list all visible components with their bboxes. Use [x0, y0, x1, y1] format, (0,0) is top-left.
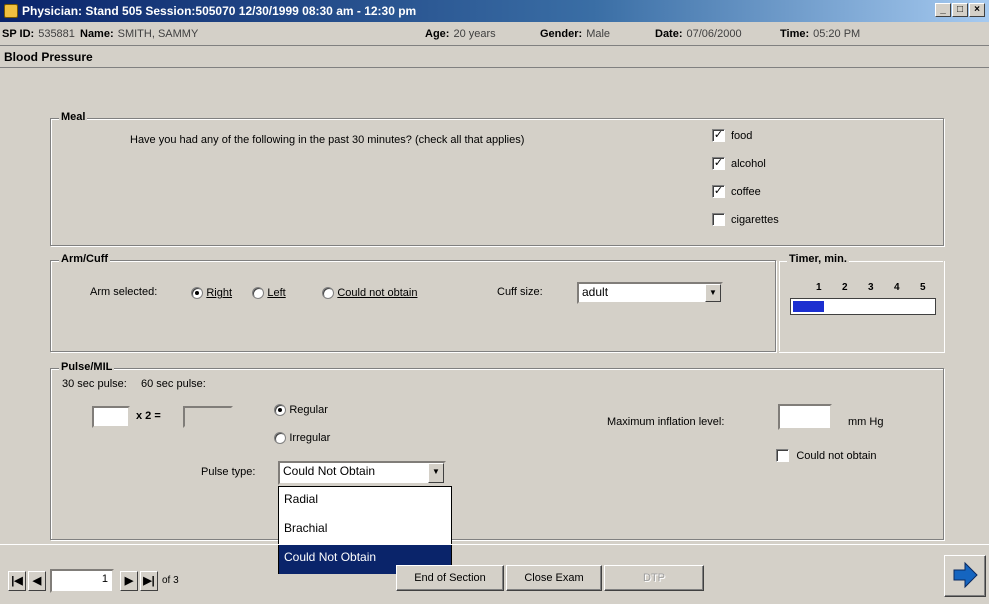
pulse-type-value: Could Not Obtain	[283, 464, 376, 478]
cuff-size-label: Cuff size:	[497, 286, 543, 298]
next-page-icon[interactable]: ▶	[120, 571, 138, 591]
meal-option-checkbox[interactable]: ✓	[712, 157, 725, 171]
nav-bar: |◀ ◀ 1 ▶ ▶| of 3 End of Section Close Ex…	[0, 544, 989, 604]
arm-could-not-obtain-radio-dot[interactable]	[322, 286, 334, 299]
gender-label: Gender:	[540, 27, 583, 40]
window-title: Physician: Stand 505 Session:505070 12/3…	[22, 4, 417, 18]
multiplier-label: x 2 =	[136, 410, 161, 422]
meal-option-checkbox[interactable]: ✓	[712, 129, 725, 143]
date-label: Date:	[655, 27, 683, 40]
name-value: SMITH, SAMMY	[117, 27, 199, 40]
arm-left-radio-dot[interactable]	[252, 286, 264, 299]
time-value: 05:20 PM	[813, 27, 861, 40]
next-section-button[interactable]	[944, 555, 986, 597]
arm-right-radio-dot[interactable]	[191, 286, 203, 299]
arm-right-radio[interactable]: Right	[191, 285, 232, 299]
app-icon	[4, 4, 18, 18]
arm-could-not-obtain-label: Could not obtain	[337, 287, 418, 299]
rhythm-irregular-label: Irregular	[289, 432, 331, 444]
arm-cuff-group-label: Arm/Cuff	[59, 253, 111, 265]
dropdown-option-brachial[interactable]: Brachial	[279, 516, 451, 545]
pulse60-output	[183, 406, 233, 428]
rhythm-regular-radio-dot[interactable]	[274, 403, 286, 416]
chevron-down-icon[interactable]: ▼	[428, 463, 444, 483]
arm-could-not-obtain-radio[interactable]: Could not obtain	[322, 285, 417, 299]
pulse-type-label: Pulse type:	[201, 466, 256, 478]
pulse-type-select[interactable]: Could Not Obtain ▼	[278, 461, 446, 485]
close-button[interactable]: ×	[969, 3, 985, 17]
timer-tick-label: 1	[816, 282, 822, 293]
arm-left-label: Left	[267, 287, 286, 299]
prev-page-icon[interactable]: ◀	[28, 571, 46, 591]
sp-id-value: 535881	[38, 27, 75, 40]
timer-tick-label: 2	[842, 282, 848, 293]
rhythm-irregular-radio-dot[interactable]	[274, 431, 286, 444]
timer-progress-fill	[793, 301, 824, 312]
patient-info-bar: SP ID: 535881 Name: SMITH, SAMMY Age: 20 ye…	[0, 22, 989, 46]
title-bar: Physician: Stand 505 Session:505070 12/3…	[0, 0, 989, 22]
last-page-icon[interactable]: ▶|	[140, 571, 158, 591]
meal-option-label: food	[731, 130, 753, 142]
date-value: 07/06/2000	[686, 27, 742, 40]
page-count-label: of 3	[162, 575, 179, 586]
timer-tick-label: 4	[894, 282, 900, 293]
pulse-group-label: Pulse/MIL	[59, 361, 115, 373]
mil-could-not-obtain-checkbox[interactable]: Could not obtain	[776, 448, 877, 463]
pulse60-label: 60 sec pulse:	[141, 378, 206, 390]
arm-selected-label: Arm selected:	[90, 286, 158, 298]
age-value: 20 years	[453, 27, 496, 40]
mil-unit: mm Hg	[848, 416, 884, 428]
rhythm-regular-radio[interactable]: Regular	[274, 402, 328, 416]
page-number-input[interactable]: 1	[50, 569, 114, 593]
meal-option-label: coffee	[731, 186, 761, 198]
sp-id-label: SP ID:	[2, 27, 35, 40]
arrow-right-icon	[953, 561, 978, 589]
end-of-section-button[interactable]: End of Section	[396, 565, 504, 591]
cuff-size-select[interactable]: adult ▼	[577, 282, 723, 304]
meal-option-alcohol[interactable]: ✓ alcohol	[712, 156, 766, 171]
pulse30-label: 30 sec pulse:	[62, 378, 127, 390]
dtp-button[interactable]: DTP	[604, 565, 704, 591]
mil-label: Maximum inflation level:	[607, 416, 725, 428]
timer-label: Timer, min.	[787, 253, 849, 265]
pulse30-input[interactable]	[92, 406, 130, 428]
timer-tick-label: 3	[868, 282, 874, 293]
mil-input[interactable]	[778, 404, 832, 430]
rhythm-irregular-radio[interactable]: Irregular	[274, 430, 330, 444]
mil-could-not-obtain-label: Could not obtain	[796, 450, 877, 462]
meal-option-label: cigarettes	[731, 214, 779, 226]
meal-option-cigarettes[interactable]: cigarettes	[712, 212, 779, 227]
rhythm-regular-label: Regular	[289, 404, 328, 416]
minimize-button[interactable]: _	[935, 3, 951, 17]
meal-option-checkbox[interactable]: ✓	[712, 185, 725, 199]
meal-option-coffee[interactable]: ✓ coffee	[712, 184, 761, 199]
time-label: Time:	[780, 27, 810, 40]
arm-right-label: Right	[206, 287, 233, 299]
meal-question: Have you had any of the following in the…	[130, 134, 525, 146]
arm-cuff-group: Arm/Cuff	[50, 253, 776, 352]
maximize-button[interactable]: □	[952, 3, 968, 17]
dropdown-option-radial[interactable]: Radial	[279, 487, 451, 516]
mil-could-not-obtain-box[interactable]	[776, 449, 789, 463]
meal-group-label: Meal	[59, 111, 88, 123]
close-exam-button[interactable]: Close Exam	[506, 565, 602, 591]
age-label: Age:	[425, 27, 450, 40]
cuff-size-value: adult	[582, 285, 609, 299]
first-page-icon[interactable]: |◀	[8, 571, 26, 591]
gender-value: Male	[586, 27, 611, 40]
meal-option-food[interactable]: ✓ food	[712, 128, 753, 143]
timer-tick-label: 5	[920, 282, 926, 293]
meal-option-checkbox[interactable]	[712, 213, 725, 227]
chevron-down-icon[interactable]: ▼	[705, 284, 721, 302]
name-label: Name:	[80, 27, 114, 40]
meal-option-label: alcohol	[731, 158, 766, 170]
section-title: Blood Pressure	[0, 46, 989, 68]
timer-progress-bar	[790, 298, 936, 315]
arm-left-radio[interactable]: Left	[252, 285, 286, 299]
